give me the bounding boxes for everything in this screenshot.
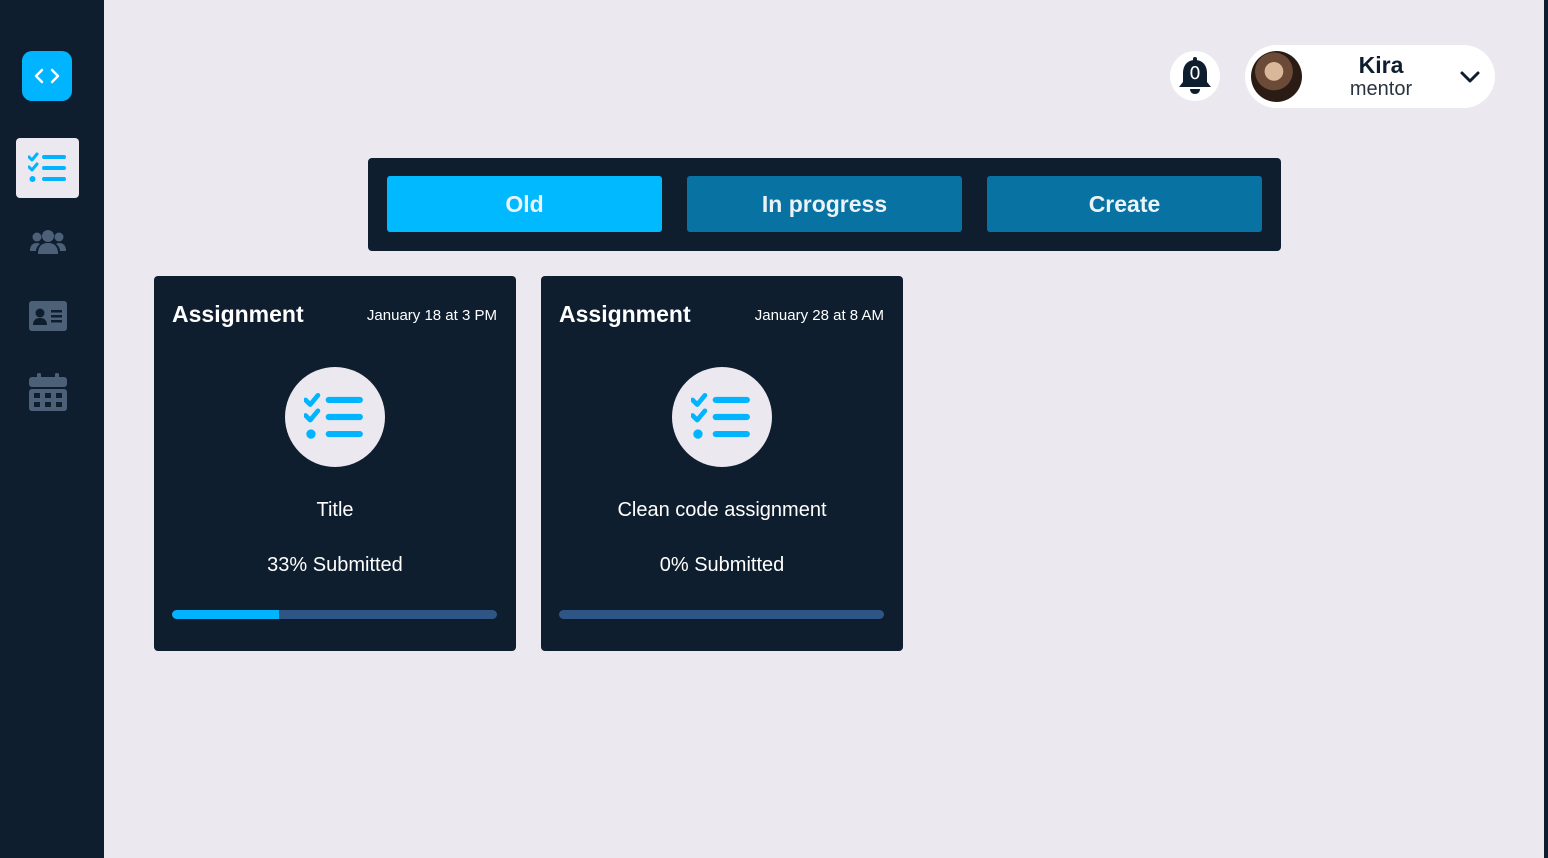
user-profile-menu[interactable]: Kira mentor: [1245, 45, 1495, 108]
tasks-list-icon: [27, 152, 66, 182]
card-submitted: 0% Submitted: [659, 554, 785, 576]
card-date: January 18 at 3 PM: [366, 307, 497, 324]
user-name: Kira: [1358, 52, 1404, 78]
assignment-tabs: Old In progress Create: [368, 158, 1281, 251]
notification-count: 0: [1189, 63, 1201, 84]
card-type: Assignment: [172, 301, 304, 327]
chevron-down-icon[interactable]: [1458, 65, 1482, 89]
calendar-icon: [28, 373, 67, 411]
card-title: Title: [316, 499, 354, 521]
logo-button[interactable]: [22, 51, 72, 101]
avatar: [1251, 51, 1302, 102]
users-icon: [29, 230, 66, 254]
sidebar-item-profile[interactable]: [16, 286, 79, 346]
tasks-list-icon: [304, 392, 363, 439]
tasks-list-icon: [691, 392, 750, 439]
window-edge: [1544, 0, 1548, 858]
code-icon: [34, 68, 60, 84]
tab-create[interactable]: Create: [987, 176, 1262, 232]
sidebar-item-groups[interactable]: [16, 211, 79, 271]
progress-fill: [172, 610, 280, 619]
sidebar: [0, 0, 104, 858]
tab-old[interactable]: Old: [387, 176, 662, 232]
assignment-card[interactable]: Assignment January 28 at 8 AM Clean code…: [541, 276, 903, 651]
tab-in-progress[interactable]: In progress: [687, 176, 962, 232]
sidebar-item-calendar[interactable]: [16, 362, 79, 422]
id-card-icon: [28, 301, 67, 331]
assignment-card[interactable]: Assignment January 18 at 3 PM Title 33% …: [154, 276, 516, 651]
progress-bar: [559, 610, 884, 619]
sidebar-item-assignments[interactable]: [16, 138, 79, 198]
card-icon-circle: [672, 367, 772, 467]
progress-bar: [172, 610, 497, 619]
card-date: January 28 at 8 AM: [754, 307, 884, 324]
notifications-button[interactable]: 0: [1170, 51, 1220, 101]
card-submitted: 33% Submitted: [267, 554, 403, 576]
card-icon-circle: [285, 367, 385, 467]
card-type: Assignment: [559, 301, 691, 327]
card-title: Clean code assignment: [617, 499, 827, 521]
user-role: mentor: [1349, 78, 1413, 100]
